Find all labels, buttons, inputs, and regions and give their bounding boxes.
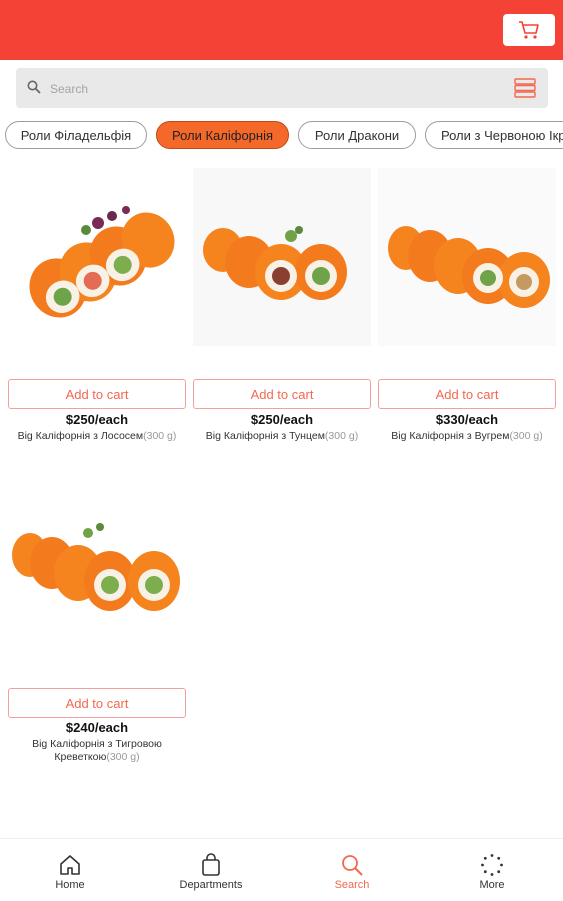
product-weight: (300 g) <box>143 430 177 442</box>
product-name-text: Big Каліфорнія з Тунцем <box>205 430 325 442</box>
search-input[interactable] <box>48 76 472 102</box>
search-icon <box>342 855 363 876</box>
product-price: $250/each <box>250 412 314 427</box>
add-to-cart-button[interactable]: Add to cart <box>8 379 186 409</box>
product-name-text: Big Каліфорнія з Лососем <box>17 430 144 442</box>
nav-label: Home <box>55 879 85 891</box>
add-to-cart-button[interactable]: Add to cart <box>378 379 556 409</box>
filter-icon[interactable] <box>514 78 536 98</box>
product-price: $250/each <box>65 412 129 427</box>
product-weight: (300 g) <box>106 751 140 763</box>
product-image[interactable] <box>193 168 371 346</box>
product-name-text: Big Каліфорнія з Вугрем <box>391 430 510 442</box>
product-price: $240/each <box>65 720 129 735</box>
more-icon <box>481 854 503 876</box>
product-card: Add to cart $330/each Big Каліфорнія з В… <box>378 168 556 448</box>
nav-search[interactable]: Search <box>282 839 422 901</box>
search-bar <box>16 68 548 108</box>
top-app-bar <box>0 0 563 60</box>
category-chip-label: Роли з Червоною Ікрою <box>441 127 563 143</box>
product-weight: (300 g) <box>324 430 359 442</box>
search-icon <box>27 80 41 94</box>
category-chip-label: Роли Каліфорнія <box>171 127 274 143</box>
product-card: Add to cart $250/each Big Каліфорнія з Л… <box>8 168 186 448</box>
nav-label: Departments <box>179 879 243 891</box>
nav-home[interactable]: Home <box>0 839 140 901</box>
cart-button[interactable] <box>503 14 555 46</box>
nav-label: Search <box>334 879 370 891</box>
category-chip-california[interactable]: Роли Каліфорнія <box>156 121 289 149</box>
product-weight: (300 g) <box>509 430 543 442</box>
product-image[interactable] <box>378 168 556 346</box>
bottom-navigation: Home Departments Search More <box>0 838 563 901</box>
category-chip-label: Роли Дракони <box>314 127 400 143</box>
product-image[interactable] <box>8 477 186 655</box>
nav-label: More <box>479 879 505 891</box>
category-tabs: Роли Філадельфія Роли Каліфорнія Роли Др… <box>0 121 563 153</box>
home-icon <box>60 855 80 875</box>
add-to-cart-button[interactable]: Add to cart <box>8 688 186 718</box>
product-name: Big Каліфорнія з Лососем(300 g) <box>8 430 186 443</box>
category-chip-dragon[interactable]: Роли Дракони <box>298 121 416 149</box>
cart-icon <box>519 21 539 39</box>
product-image[interactable] <box>8 168 186 346</box>
product-name-text: Big Каліфорнія з Тигровою Креветкою <box>32 738 162 763</box>
product-name: Big Каліфорнія з Тигровою Креветкою(300 … <box>8 738 186 764</box>
product-price: $330/each <box>435 412 499 427</box>
category-chip-label: Роли Філадельфія <box>20 127 132 143</box>
product-name: Big Каліфорнія з Тунцем(300 g) <box>193 430 371 443</box>
nav-more[interactable]: More <box>422 839 562 901</box>
nav-departments[interactable]: Departments <box>141 839 281 901</box>
product-card: Add to cart $250/each Big Каліфорнія з Т… <box>193 168 371 448</box>
add-to-cart-button[interactable]: Add to cart <box>193 379 371 409</box>
category-chip-philadelphia[interactable]: Роли Філадельфія <box>5 121 147 149</box>
category-chip-red-caviar[interactable]: Роли з Червоною Ікрою <box>425 121 563 149</box>
product-card: Add to cart $240/each Big Каліфорнія з Т… <box>8 477 186 777</box>
bag-icon <box>202 853 220 876</box>
product-name: Big Каліфорнія з Вугрем(300 g) <box>378 430 556 443</box>
